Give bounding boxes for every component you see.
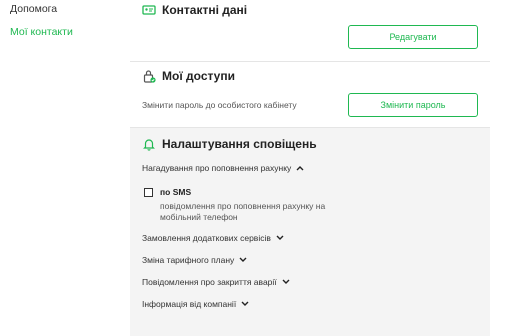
sms-description: повідомлення про поповнення рахунку на м… bbox=[160, 201, 326, 222]
accordion-label: Інформація від компанії bbox=[142, 299, 237, 309]
sms-label: по SMS bbox=[160, 187, 192, 197]
accordion-balance-reminder[interactable]: Нагадування про поповнення рахунку bbox=[142, 163, 304, 173]
change-password-description: Змінити пароль до особистого кабінету bbox=[142, 100, 297, 110]
accordion-tariff-change[interactable]: Зміна тарифного плану bbox=[142, 255, 247, 265]
notifications-title-text: Налаштування сповіщень bbox=[162, 137, 317, 151]
sms-checkbox[interactable] bbox=[144, 188, 153, 197]
contact-card-icon bbox=[142, 3, 156, 17]
accordion-label: Замовлення додаткових сервісів bbox=[142, 233, 271, 243]
accordion-label: Зміна тарифного плану bbox=[142, 255, 235, 265]
edit-contacts-button[interactable]: Редагувати bbox=[348, 25, 478, 49]
sidebar-item-help[interactable]: Допомога bbox=[10, 0, 57, 19]
bell-icon bbox=[142, 137, 156, 151]
contacts-title: Контактні дані bbox=[142, 3, 247, 17]
access-title: Мої доступи bbox=[142, 69, 235, 83]
accordion-outage-closure[interactable]: Повідомлення про закриття аварії bbox=[142, 277, 290, 287]
sidebar-item-my-contacts[interactable]: Мої контакти bbox=[10, 22, 73, 42]
chevron-up-icon bbox=[296, 165, 304, 171]
notifications-title: Налаштування сповіщень bbox=[142, 137, 317, 151]
chevron-down-icon bbox=[241, 301, 249, 307]
chevron-down-icon bbox=[239, 257, 247, 263]
accordion-additional-services[interactable]: Замовлення додаткових сервісів bbox=[142, 233, 284, 243]
chevron-down-icon bbox=[282, 279, 290, 285]
contacts-card: Контактні дані Редагувати bbox=[130, 0, 490, 62]
accordion-label: Повідомлення про закриття аварії bbox=[142, 277, 277, 287]
notifications-card: Налаштування сповіщень Нагадування про п… bbox=[130, 128, 490, 336]
chevron-down-icon bbox=[276, 235, 284, 241]
access-title-text: Мої доступи bbox=[162, 69, 235, 83]
main-content: Контактні дані Редагувати Мої доступи Зм… bbox=[130, 0, 490, 336]
change-password-button[interactable]: Змінити пароль bbox=[348, 93, 478, 117]
accordion-label: Нагадування про поповнення рахунку bbox=[142, 163, 292, 173]
contacts-title-text: Контактні дані bbox=[162, 3, 248, 17]
accordion-company-info[interactable]: Інформація від компанії bbox=[142, 299, 249, 309]
lock-icon bbox=[142, 69, 156, 83]
access-card: Мої доступи Змінити пароль до особистого… bbox=[130, 62, 490, 128]
